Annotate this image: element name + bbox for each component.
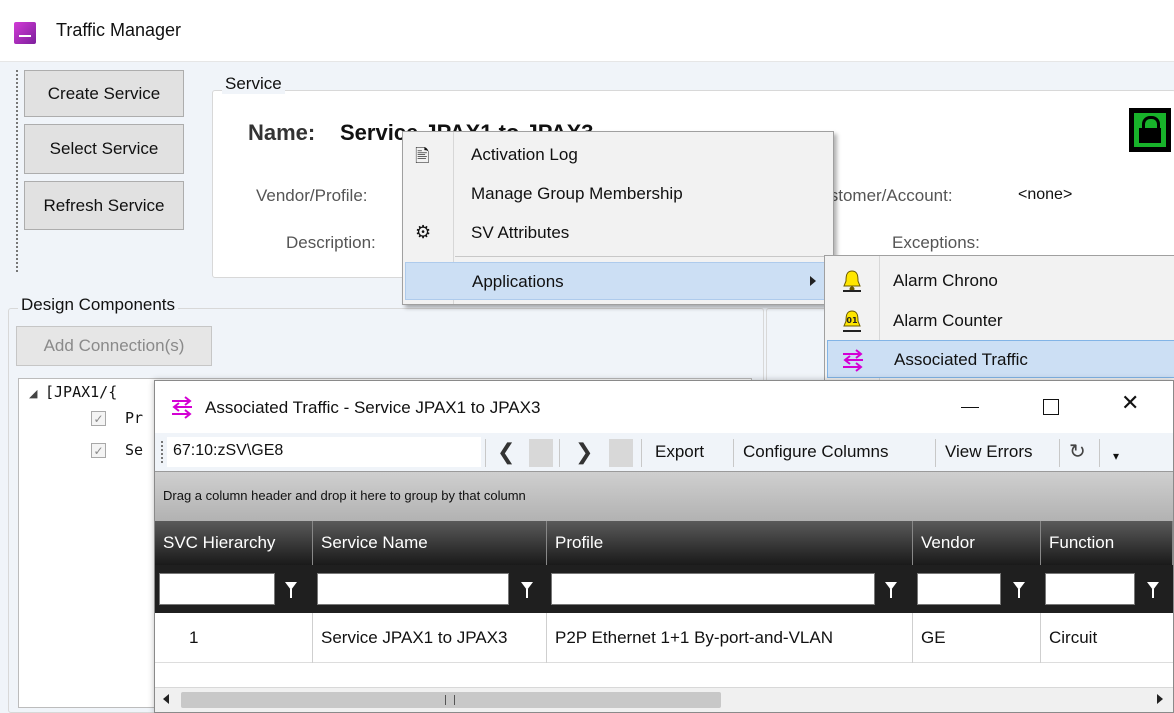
- tree-expand-icon[interactable]: ◢: [29, 387, 37, 400]
- tree-item-2[interactable]: Se: [125, 441, 143, 459]
- tree-root-label[interactable]: [JPAX1/{: [45, 383, 117, 401]
- overflow-icon[interactable]: ▾: [1113, 449, 1119, 463]
- column-header-profile[interactable]: Profile: [547, 521, 913, 565]
- minimize-icon[interactable]: [961, 407, 979, 408]
- child-window-title: Associated Traffic - Service JPAX1 to JP…: [205, 398, 541, 417]
- table-row[interactable]: 1 Service JPAX1 to JPAX3 P2P Ethernet 1+…: [155, 613, 1173, 663]
- refresh-icon[interactable]: ↻: [1069, 439, 1086, 464]
- svg-text:01: 01: [846, 316, 858, 325]
- submenu-item-alarm-chrono[interactable]: Alarm Chrono: [827, 262, 1174, 300]
- description-label: Description:: [286, 233, 376, 252]
- exceptions-label: Exceptions:: [892, 233, 980, 252]
- lock-icon[interactable]: [1129, 108, 1171, 152]
- customer-account-value: <none>: [1018, 186, 1073, 203]
- filter-icon[interactable]: [1013, 582, 1025, 598]
- menu-separator: [455, 256, 831, 257]
- scroll-right-icon[interactable]: [1157, 694, 1163, 704]
- submenu-item-alarm-counter[interactable]: 01 Alarm Counter: [827, 302, 1174, 340]
- toolbar-grip[interactable]: [161, 441, 163, 463]
- app-title: Traffic Manager: [56, 20, 182, 40]
- cell-vendor[interactable]: GE: [913, 613, 1041, 663]
- scroll-left-icon[interactable]: [163, 694, 169, 704]
- column-header-function[interactable]: Function: [1041, 521, 1173, 565]
- submenu-arrow-icon: [810, 276, 816, 286]
- cell-function[interactable]: Circuit: [1041, 613, 1173, 663]
- child-title-bar: Associated Traffic - Service JPAX1 to JP…: [155, 381, 1173, 433]
- filter-vendor[interactable]: [917, 573, 1037, 605]
- tree-checkbox-2[interactable]: ✓: [91, 443, 106, 458]
- page-back-box[interactable]: [529, 439, 553, 467]
- context-menu: 🖹 Activation Log Manage Group Membership…: [402, 131, 834, 305]
- filter-svc-hierarchy[interactable]: [159, 573, 309, 605]
- column-header-svc-hierarchy[interactable]: SVC Hierarchy: [155, 521, 313, 565]
- page-forward-box[interactable]: [609, 439, 633, 467]
- child-toolbar: 67:10:zSV\GE8 ❮ ❯ Export Configure Colum…: [155, 433, 1173, 471]
- column-header-service-name[interactable]: Service Name: [313, 521, 547, 565]
- select-service-button[interactable]: Select Service: [24, 124, 184, 174]
- horizontal-scrollbar[interactable]: [155, 687, 1173, 712]
- refresh-service-button[interactable]: Refresh Service: [24, 181, 184, 230]
- bell-icon: [843, 270, 861, 292]
- submenu-item-associated-traffic[interactable]: Associated Traffic: [827, 340, 1174, 378]
- chevron-left-icon[interactable]: ❮: [497, 439, 515, 465]
- vendor-profile-label: Vendor/Profile:: [256, 186, 368, 205]
- tree-item-1[interactable]: Pr: [125, 409, 143, 427]
- filter-icon[interactable]: [885, 582, 897, 598]
- create-service-button[interactable]: Create Service: [24, 70, 184, 117]
- filter-icon[interactable]: [285, 582, 297, 598]
- app-icon: [14, 22, 36, 44]
- attributes-icon: ⚙: [415, 222, 432, 242]
- maximize-icon[interactable]: [1043, 399, 1059, 415]
- filter-icon[interactable]: [1147, 582, 1159, 598]
- menu-item-sv-attributes[interactable]: ⚙ SV Attributes: [403, 214, 833, 252]
- menu-item-applications[interactable]: Applications: [405, 262, 831, 300]
- export-button[interactable]: Export: [655, 442, 704, 462]
- path-input[interactable]: 67:10:zSV\GE8: [167, 437, 481, 467]
- tree-checkbox-1[interactable]: ✓: [91, 411, 106, 426]
- service-name-label: Name:: [248, 120, 316, 145]
- scrollbar-thumb[interactable]: [181, 692, 721, 708]
- main-title-bar: Traffic Manager: [0, 0, 1174, 62]
- document-icon: 🖹: [415, 146, 430, 166]
- column-header-vendor[interactable]: Vendor: [913, 521, 1041, 565]
- service-group-title: Service: [222, 74, 285, 94]
- cell-service-name[interactable]: Service JPAX1 to JPAX3: [313, 613, 547, 663]
- cell-svc-hierarchy[interactable]: 1: [155, 613, 313, 663]
- chevron-right-icon[interactable]: ❯: [575, 439, 593, 465]
- filter-row: [155, 565, 1173, 613]
- filter-function[interactable]: [1045, 573, 1171, 605]
- menu-item-activation-log[interactable]: 🖹 Activation Log: [403, 136, 833, 174]
- associated-traffic-window: Associated Traffic - Service JPAX1 to JP…: [154, 380, 1174, 713]
- applications-submenu: Alarm Chrono 01 Alarm Counter Associated…: [824, 255, 1174, 386]
- associated-traffic-icon: [843, 349, 863, 372]
- configure-columns-button[interactable]: Configure Columns: [743, 442, 889, 462]
- group-by-hint: Drag a column header and drop it here to…: [163, 488, 526, 503]
- filter-profile[interactable]: [551, 573, 909, 605]
- menu-item-manage-group-membership[interactable]: Manage Group Membership: [403, 175, 833, 213]
- design-components-title: Design Components: [18, 295, 179, 315]
- toolbar-grip[interactable]: [16, 70, 18, 272]
- cell-profile[interactable]: P2P Ethernet 1+1 By-port-and-VLAN: [547, 613, 913, 663]
- group-by-panel[interactable]: Drag a column header and drop it here to…: [155, 471, 1173, 521]
- grid-header: SVC Hierarchy Service Name Profile Vendo…: [155, 521, 1173, 565]
- associated-traffic-icon: [172, 396, 192, 419]
- filter-service-name[interactable]: [317, 573, 543, 605]
- view-errors-button[interactable]: View Errors: [945, 442, 1033, 462]
- close-icon[interactable]: ✕: [1121, 391, 1139, 415]
- add-connection-button[interactable]: Add Connection(s): [16, 326, 212, 366]
- filter-icon[interactable]: [521, 582, 533, 598]
- bell-counter-icon: 01: [843, 310, 861, 332]
